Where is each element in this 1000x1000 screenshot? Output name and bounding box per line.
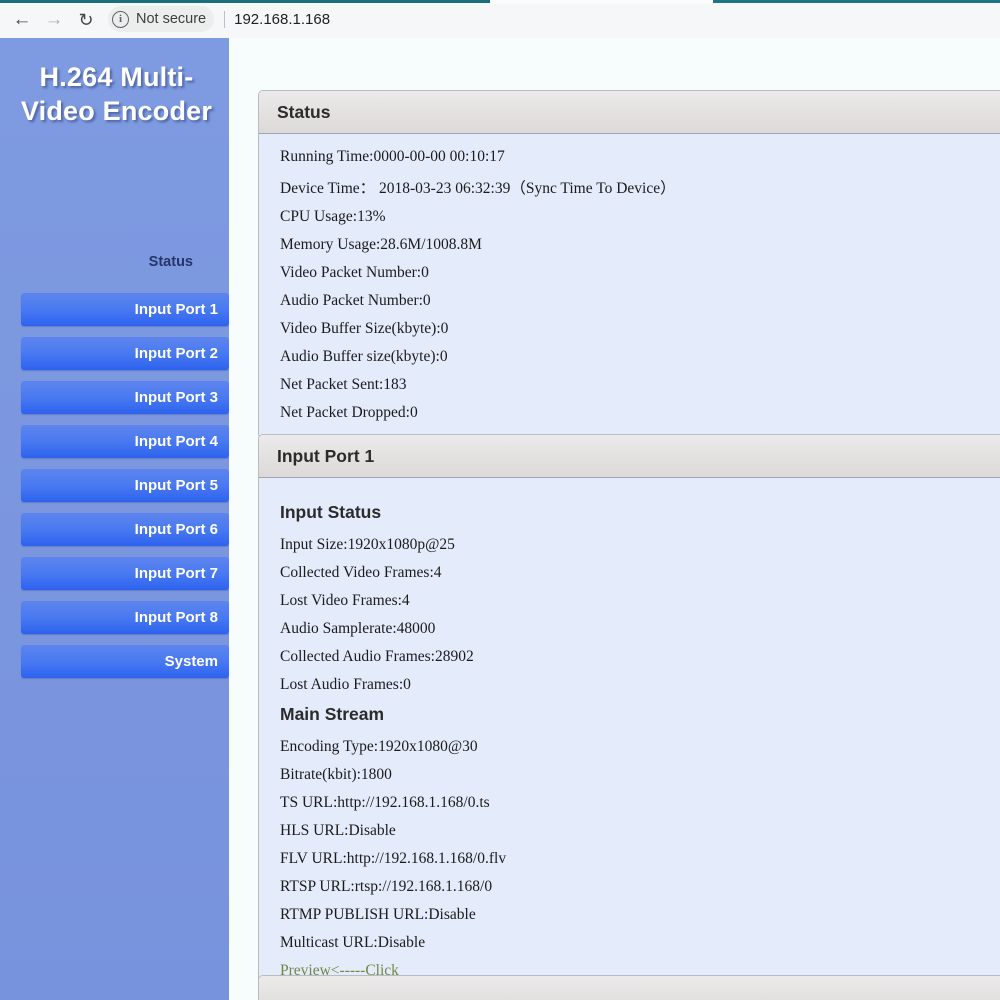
sidebar-section-label-status: Status — [148, 254, 193, 270]
status-line-audio-buffer-size: Audio Buffer size(kbyte):0 — [280, 348, 448, 365]
input-status-line-lost-audio-frames: Lost Audio Frames:0 — [280, 676, 411, 693]
active-tab[interactable] — [490, 0, 713, 4]
page-title: H.264 Multi-Video Encoder — [20, 62, 213, 127]
sidebar-item-label: Input Port 6 — [134, 521, 218, 538]
main-stream-line-ts-url: TS URL:http://192.168.1.168/0.ts — [280, 794, 490, 811]
sidebar-item-label: Input Port 7 — [134, 565, 218, 582]
status-line-memory-usage: Memory Usage:28.6M/1008.8M — [280, 236, 482, 253]
main-stream-line-multicast-url: Multicast URL:Disable — [280, 934, 426, 951]
panel-body: Running Time:0000-00-00 00:10:17 Device … — [259, 134, 1000, 438]
forward-icon[interactable]: → — [40, 6, 68, 34]
input-status-line-collected-video-frames: Collected Video Frames:4 — [280, 564, 442, 581]
main-stream-line-rtsp-url: RTSP URL:rtsp://192.168.1.168/0 — [280, 878, 493, 895]
sidebar-item-input-port-2[interactable]: Input Port 2 — [21, 337, 229, 370]
url-text[interactable]: 192.168.1.168 — [234, 11, 330, 28]
main-stream-line-rtmp-publish-url: RTMP PUBLISH URL:Disable — [280, 906, 476, 923]
panel-title: Status — [277, 102, 331, 122]
sidebar-item-label: Input Port 5 — [134, 477, 218, 494]
sidebar-nav: Input Port 1 Input Port 2 Input Port 3 I… — [21, 293, 229, 689]
panel-title: Input Port 1 — [277, 446, 375, 466]
main-stream-line-hls-url: HLS URL:Disable — [280, 822, 396, 839]
status-line-audio-packet-number: Audio Packet Number:0 — [280, 292, 431, 309]
security-status-label: Not secure — [136, 11, 207, 27]
sidebar-item-label: Input Port 2 — [134, 345, 218, 362]
main-stream-line-flv-url: FLV URL:http://192.168.1.168/0.flv — [280, 850, 507, 867]
status-line-device-time: Device Time： 2018-03-23 06:32:39（Sync Ti… — [280, 180, 676, 197]
info-circle-icon: i — [112, 10, 129, 28]
browser-chrome: ← → ↻ i Not secure 192.168.1.168 — [0, 0, 1000, 38]
input-status-line-lost-video-frames: Lost Video Frames:4 — [280, 592, 410, 609]
sidebar-item-input-port-5[interactable]: Input Port 5 — [21, 469, 229, 502]
sidebar-item-input-port-7[interactable]: Input Port 7 — [21, 557, 229, 590]
reload-icon[interactable]: ↻ — [72, 6, 100, 34]
sidebar-item-input-port-4[interactable]: Input Port 4 — [21, 425, 229, 458]
status-line-video-buffer-size: Video Buffer Size(kbyte):0 — [280, 320, 449, 337]
main-stream-line-bitrate: Bitrate(kbit):1800 — [280, 766, 392, 783]
status-line-cpu-usage: CPU Usage:13% — [280, 208, 386, 225]
panel-input-port-1: Input Port 1 Input Status Input Size:192… — [258, 434, 1000, 997]
input-status-line-input-size: Input Size:1920x1080p@25 — [280, 536, 455, 553]
input-status-line-collected-audio-frames: Collected Audio Frames:28902 — [280, 648, 474, 665]
sidebar-item-system[interactable]: System — [21, 645, 229, 678]
tab-strip-right-edge — [713, 0, 1000, 3]
sidebar-item-input-port-3[interactable]: Input Port 3 — [21, 381, 229, 414]
address-bar[interactable]: i Not secure 192.168.1.168 — [108, 4, 330, 34]
site-security-chip[interactable]: i Not secure — [108, 6, 215, 32]
panel-next-partial — [258, 975, 1000, 1000]
sidebar-item-input-port-6[interactable]: Input Port 6 — [21, 513, 229, 546]
omnibox-divider — [224, 10, 226, 28]
main-content: Status Running Time:0000-00-00 00:10:17 … — [229, 38, 1000, 1000]
status-line-video-packet-number: Video Packet Number:0 — [280, 264, 429, 281]
sidebar-item-label: Input Port 3 — [134, 389, 218, 406]
page-viewport: H.264 Multi-Video Encoder Status Input P… — [0, 38, 1000, 1000]
sidebar: H.264 Multi-Video Encoder Status Input P… — [0, 38, 229, 1000]
panel-status: Status Running Time:0000-00-00 00:10:17 … — [258, 90, 1000, 439]
sidebar-item-input-port-1[interactable]: Input Port 1 — [21, 293, 229, 326]
status-line-running-time: Running Time:0000-00-00 00:10:17 — [280, 148, 505, 165]
section-heading-main-stream: Main Stream — [280, 704, 385, 724]
status-line-net-packet-dropped: Net Packet Dropped:0 — [280, 404, 418, 421]
input-status-line-audio-samplerate: Audio Samplerate:48000 — [280, 620, 436, 637]
sidebar-item-label: Input Port 4 — [134, 433, 218, 450]
sidebar-item-label: Input Port 8 — [134, 609, 218, 626]
panel-header: Input Port 1 — [259, 435, 1000, 478]
back-icon[interactable]: ← — [8, 6, 36, 34]
panel-body: Input Status Input Size:1920x1080p@25 Co… — [259, 478, 1000, 996]
sidebar-item-input-port-8[interactable]: Input Port 8 — [21, 601, 229, 634]
main-stream-line-encoding-type: Encoding Type:1920x1080@30 — [280, 738, 478, 755]
section-heading-input-status: Input Status — [280, 502, 382, 522]
panel-header — [259, 976, 1000, 1000]
tab-strip-left-edge — [0, 0, 490, 3]
panel-header: Status — [259, 91, 1000, 134]
sidebar-item-label: Input Port 1 — [134, 301, 218, 318]
status-line-net-packet-sent: Net Packet Sent:183 — [280, 376, 407, 393]
sidebar-item-label: System — [164, 653, 218, 670]
